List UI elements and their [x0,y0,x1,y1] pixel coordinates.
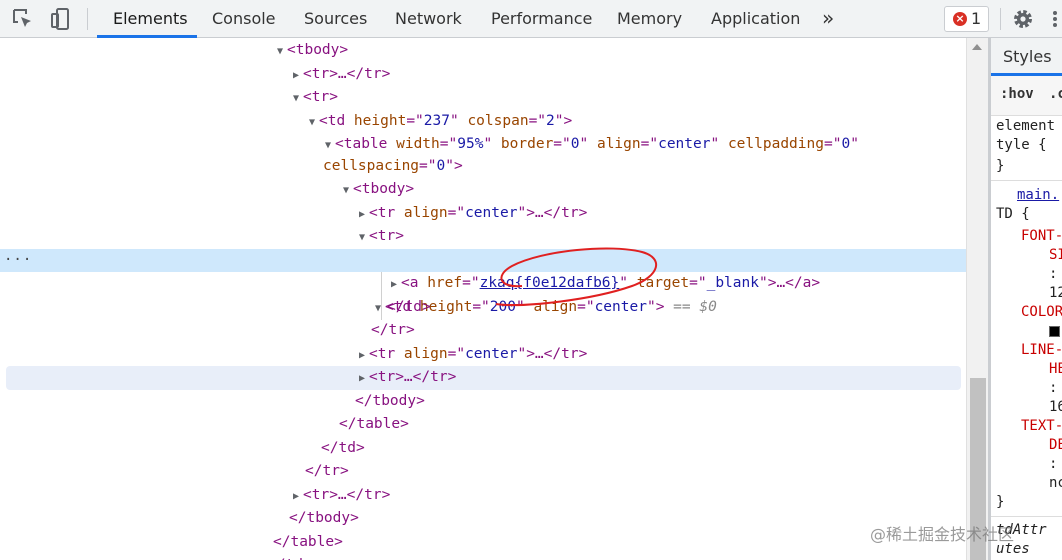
error-count: 1 [971,9,982,28]
hov-toggle[interactable]: :hov [1000,86,1034,102]
style-property[interactable]: FONT- [1021,227,1062,246]
collapse-arrow-icon[interactable]: ▼ [339,179,353,203]
tree-node[interactable]: </table> [0,413,966,437]
style-property[interactable]: LINE- [1021,341,1062,360]
tab-styles[interactable]: Styles [991,38,1062,76]
tree-node[interactable]: ▼ <tbody> [0,178,966,202]
expand-arrow-icon[interactable]: ▶ [355,367,369,391]
rule-divider [991,516,1062,517]
tree-node[interactable]: ▼ <td height="237" colspan="2"> [0,110,966,134]
tree-node[interactable]: ▶ <tr align="center">…</tr> [0,343,966,367]
style-property: SI [1049,247,1062,263]
kebab-menu-icon[interactable] [1048,6,1062,32]
devtools-toolbar: Elements Console Sources Network Perform… [0,0,1062,38]
style-colon: : [1049,380,1058,396]
style-value[interactable]: 16 [1049,398,1062,417]
tree-node-selected[interactable]: ··· ▼ <td height="200" align="center"> ==… [0,248,966,315]
style-value[interactable]: nc [1049,474,1062,493]
tree-node[interactable]: ▶ <tr>…</tr> [0,484,966,508]
stylesheet-source-link[interactable]: main. [1017,186,1059,205]
expand-arrow-icon[interactable]: ▶ [355,203,369,227]
style-colon: : [1049,266,1058,282]
indent-guide [381,272,382,320]
tree-node[interactable]: </td> [0,554,966,560]
inspect-element-icon[interactable] [10,6,36,32]
tab-application[interactable]: Application [711,0,800,38]
style-rule-selector: TD { [996,206,1030,222]
style-property: HE [1049,361,1062,377]
style-property[interactable]: TEXT- [1021,417,1062,436]
watermark: @稀土掘金技术社区 [870,525,1015,544]
node-actions-icon[interactable]: ··· [4,249,32,273]
tab-performance[interactable]: Performance [491,0,592,38]
tab-console[interactable]: Console [212,0,276,38]
collapse-arrow-icon[interactable]: ▼ [289,87,303,111]
scroll-up-arrow-icon[interactable] [972,44,982,50]
tree-node[interactable]: ▶ <tr>…</tr> [0,63,966,87]
gear-icon[interactable] [1010,6,1036,32]
color-swatch[interactable] [1049,325,1060,337]
style-colon: : [1049,456,1058,472]
tree-node[interactable]: </td> [0,296,966,320]
styles-filter-bar: :hov .c [991,76,1062,116]
collapse-arrow-icon[interactable]: ▼ [321,134,335,158]
style-rule-close: } [996,158,1005,174]
cls-toggle[interactable]: .c [1049,86,1062,102]
color-swatch-row [1049,322,1060,341]
tree-node-continuation: cellspacing="0"> [323,158,463,174]
tree-node[interactable]: </tr> [0,319,966,343]
style-rule-selector: tyle { [996,137,1047,153]
more-tabs-button[interactable]: » [822,0,834,38]
error-icon: × [953,12,967,26]
tab-elements[interactable]: Elements [113,0,188,38]
tree-node[interactable]: ▶ <a href="zkaq{f0e12dafb6}" target="_bla… [0,272,966,296]
tab-memory[interactable]: Memory [617,0,682,38]
tree-node[interactable]: ▼ <table width="95%" border="0" align="ce… [0,133,966,157]
error-count-button[interactable]: × 1 [944,6,989,32]
style-property: DE [1049,437,1062,453]
style-value[interactable]: 12 [1049,284,1062,303]
tree-node[interactable]: ▶ <tr align="center">…</tr> [0,202,966,226]
tree-node[interactable]: </table> [0,531,966,555]
style-rule-selector: element [996,118,1056,134]
tab-network[interactable]: Network [395,0,462,38]
styles-pane: Styles :hov .c element tyle { } main. TD… [991,38,1062,560]
device-toggle-icon[interactable] [48,6,74,32]
expand-arrow-icon[interactable]: ▶ [289,64,303,88]
expand-arrow-icon[interactable]: ▶ [289,485,303,509]
toolbar-divider [1000,8,1001,30]
collapse-arrow-icon[interactable]: ▼ [273,40,287,64]
tab-sources[interactable]: Sources [304,0,367,38]
expand-arrow-icon[interactable]: ▶ [355,344,369,368]
tree-node-hovered[interactable]: ▶ <tr>…</tr> [6,366,961,390]
tree-node[interactable]: </tr> [0,460,966,484]
tree-node[interactable]: </td> [0,437,966,461]
rule-divider [991,180,1062,181]
href-link[interactable]: zkaq{f0e12dafb6} [480,275,620,291]
elements-scrollbar[interactable] [966,38,988,560]
tree-node[interactable]: ▼ <tr> [0,225,966,249]
elements-tree[interactable]: ▼ <tbody> ▶ <tr>…</tr> ▼ <tr> ▼ <td height="… [0,38,966,560]
tree-node[interactable]: ▼ <tbody> [0,39,966,63]
tree-node[interactable]: ▼ <tr> [0,86,966,110]
tree-node[interactable]: </tbody> [0,390,966,414]
tree-node[interactable]: </tbody> [0,507,966,531]
style-rule-close: } [996,494,1005,510]
collapse-arrow-icon[interactable]: ▼ [305,111,319,135]
toolbar-divider [87,8,88,30]
style-property[interactable]: COLOR [1021,303,1062,322]
collapse-arrow-icon[interactable]: ▼ [355,226,369,250]
expand-arrow-icon[interactable]: ▶ [387,273,401,297]
